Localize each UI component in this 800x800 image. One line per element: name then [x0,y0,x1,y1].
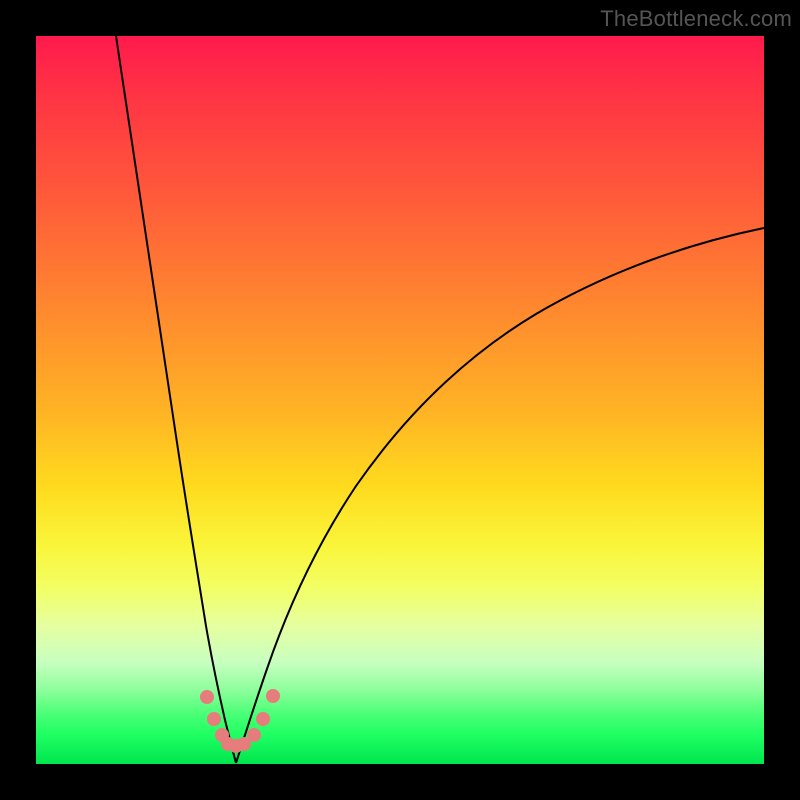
marker-group [200,689,280,753]
watermark-text: TheBottleneck.com [600,6,792,32]
left-branch-curve [116,36,236,763]
right-branch-curve [236,228,764,763]
plot-area [36,36,764,764]
data-marker [247,728,261,742]
data-marker [266,689,280,703]
data-marker [256,712,270,726]
chart-frame: TheBottleneck.com [0,0,800,800]
chart-svg [36,36,764,764]
data-marker [200,690,214,704]
data-marker [207,712,221,726]
